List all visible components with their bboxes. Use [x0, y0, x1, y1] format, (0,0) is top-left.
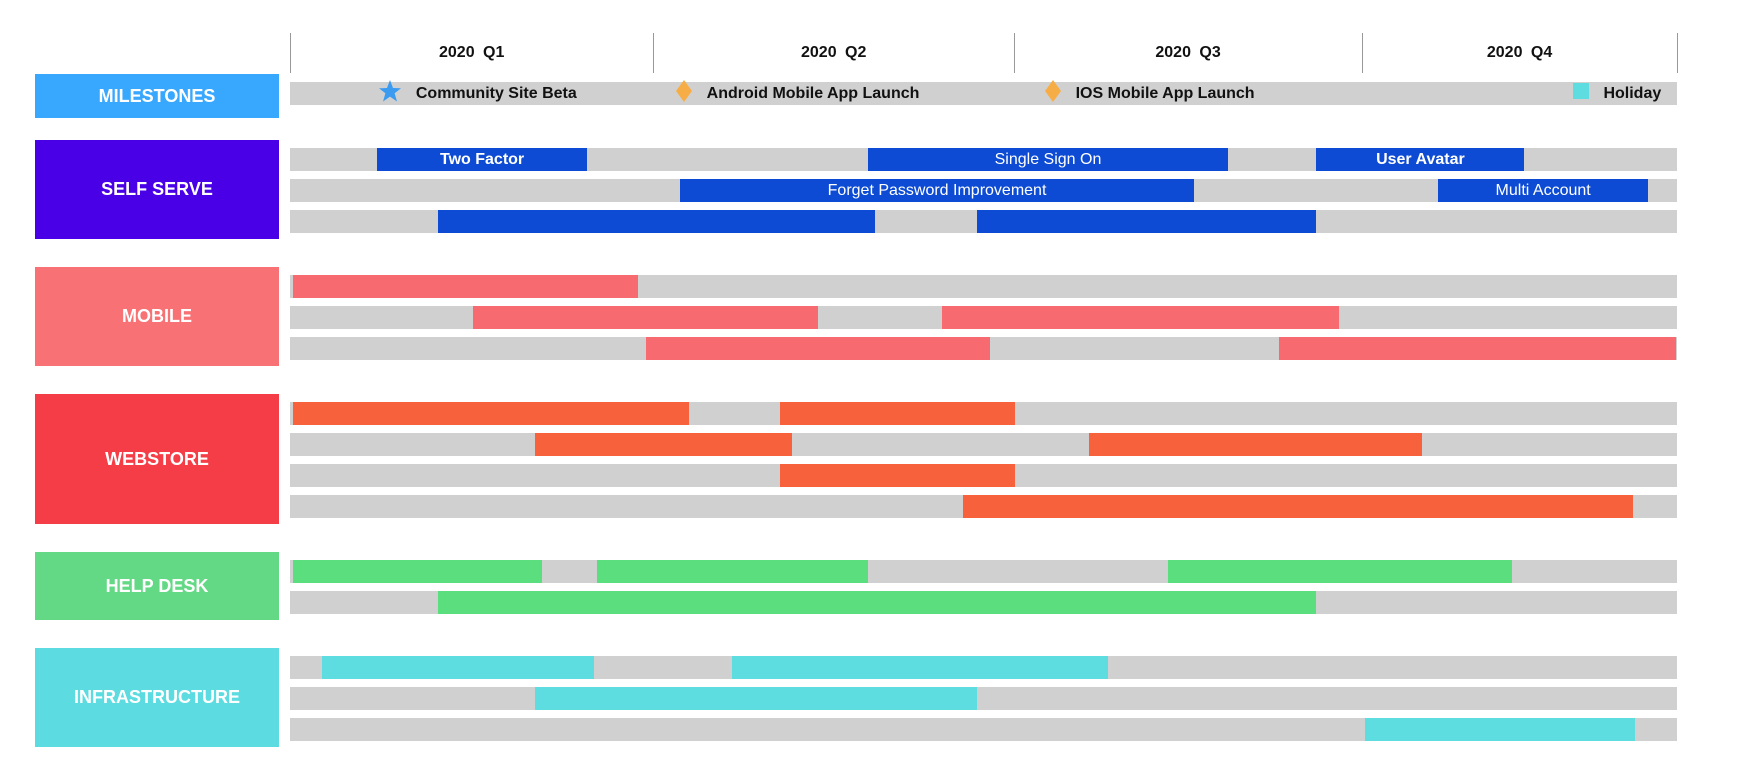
quarter-divider: [1362, 33, 1364, 73]
milestone-label: IOS Mobile App Launch: [1075, 84, 1255, 102]
task-bar[interactable]: [646, 337, 991, 360]
task-bar-two-factor[interactable]: Two Factor: [377, 148, 587, 171]
category-label-infrastructure: INFRASTRUCTURE: [35, 648, 279, 747]
task-bar[interactable]: [976, 210, 1317, 233]
quarter-divider: [290, 33, 291, 73]
task-bar[interactable]: [535, 433, 793, 456]
task-bar-forget-password-improvement[interactable]: Forget Password Improvement: [679, 179, 1195, 202]
task-bar[interactable]: [438, 210, 876, 233]
task-bar[interactable]: [438, 591, 1317, 614]
task-bar-multi-account[interactable]: Multi Account: [1438, 179, 1648, 202]
task-bar[interactable]: [292, 560, 543, 583]
milestone-label: Holiday: [1603, 84, 1662, 102]
diamond-icon: [1044, 79, 1062, 108]
quarter-divider: [1677, 33, 1678, 73]
milestone-item: IOS Mobile App Launch: [1044, 79, 1255, 108]
task-bar-user-avatar[interactable]: User Avatar: [1316, 148, 1525, 171]
task-bar[interactable]: [779, 464, 1016, 487]
category-label-self-serve: SELF SERVE: [35, 140, 279, 239]
task-bar[interactable]: [473, 306, 819, 329]
category-label-milestones: MILESTONES: [35, 74, 279, 118]
task-bar-single-sign-on[interactable]: Single Sign On: [868, 148, 1228, 171]
task-bar[interactable]: [321, 656, 594, 679]
category-label-webstore: WEBSTORE: [35, 394, 279, 524]
quarter-label: 2020 Q3: [1155, 44, 1221, 61]
category-label-mobile: MOBILE: [35, 267, 279, 366]
quarter-divider: [653, 33, 655, 73]
milestone-item: Holiday: [1573, 82, 1661, 105]
milestone-item: Community Site Beta: [378, 79, 577, 108]
task-bar[interactable]: [535, 687, 977, 710]
quarter-label: 2020 Q1: [438, 44, 505, 61]
timeline-track: [290, 687, 1677, 710]
milestone-label: Community Site Beta: [415, 84, 577, 102]
task-bar[interactable]: [1088, 433, 1422, 456]
task-bar[interactable]: [941, 306, 1339, 329]
task-bar[interactable]: [596, 560, 869, 583]
star-icon: [378, 79, 402, 108]
quarter-divider: [1014, 33, 1015, 73]
task-bar[interactable]: [1278, 337, 1676, 360]
task-bar[interactable]: [962, 495, 1633, 518]
milestone-label: Android Mobile App Launch: [706, 84, 920, 102]
milestone-item: Android Mobile App Launch: [675, 79, 920, 108]
diamond-icon: [675, 79, 693, 108]
quarter-label: 2020 Q2: [801, 44, 867, 61]
task-bar[interactable]: [1364, 718, 1636, 741]
timeline-track: [290, 433, 1677, 456]
task-bar[interactable]: [292, 275, 639, 298]
quarter-label: 2020 Q4: [1486, 44, 1553, 61]
task-bar[interactable]: [1167, 560, 1512, 583]
task-bar[interactable]: [732, 656, 1109, 679]
task-bar[interactable]: [292, 402, 690, 425]
task-bar[interactable]: [779, 402, 1016, 425]
category-label-help-desk: HELP DESK: [35, 552, 279, 620]
roadmap-gantt-chart: 2020 Q1 2020 Q2 2020 Q3 2020 Q4 MILESTONES Co…: [0, 0, 1748, 766]
holiday-square-icon: [1573, 83, 1590, 104]
